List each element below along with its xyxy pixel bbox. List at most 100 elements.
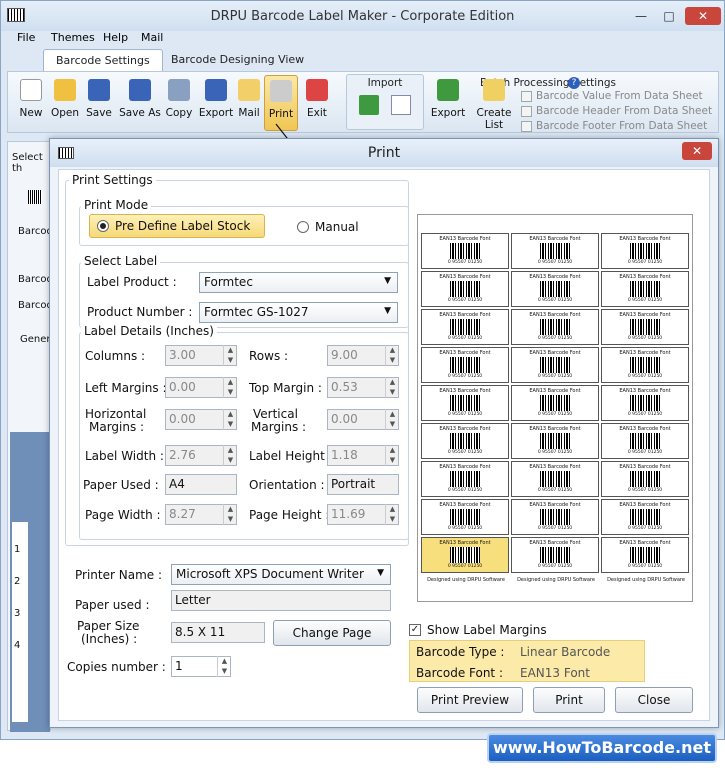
manual-radio[interactable] (297, 221, 309, 233)
show-margins-checkbox[interactable]: ✓ (409, 624, 421, 636)
page-width-spinner[interactable]: ▲ ▼ (223, 504, 237, 525)
cell-title: EAN13 Barcode Font (619, 388, 671, 394)
page-height-label: Page Height : (249, 508, 330, 522)
print-preview-button[interactable]: Print Preview (417, 687, 523, 713)
select-label-heading: Select Label (81, 254, 161, 268)
barcode-label-1: Barcod (18, 226, 53, 237)
v-margins-label-1: Vertical (253, 407, 298, 421)
barcode-header-checkbox[interactable] (521, 106, 532, 117)
label-cell: EAN13 Barcode Font 0 95507 01250 (421, 347, 509, 383)
label-product-select[interactable]: Formtec ▼ (199, 272, 398, 293)
create-list-button[interactable]: Create List (466, 75, 522, 131)
label-cell: EAN13 Barcode Font 0 95507 01250 (421, 461, 509, 497)
page-height-spinner[interactable]: ▲ ▼ (385, 504, 399, 525)
cell-title: EAN13 Barcode Font (439, 464, 491, 470)
menu-mail[interactable]: Mail (141, 31, 163, 44)
new-button[interactable]: New (12, 75, 50, 131)
dialog-close-icon[interactable]: ✕ (682, 142, 712, 160)
cell-number: 0 95507 01250 (537, 412, 573, 417)
barcode-footer-checkbox[interactable] (521, 121, 532, 132)
mail-button[interactable]: Mail (230, 75, 268, 131)
cell-number: 0 95507 01250 (447, 412, 483, 417)
barcode-bars (450, 509, 480, 525)
copies-spinner[interactable]: ▲ ▼ (217, 656, 231, 677)
show-margins-label: Show Label Margins (427, 623, 547, 637)
cell-number: 0 95507 01250 (627, 374, 663, 379)
ruler-mark-3: 3 (14, 608, 21, 619)
label-cell: EAN13 Barcode Font 0 95507 01250 (511, 537, 599, 573)
preview-footer: Designed using DRPU Software (607, 577, 685, 583)
cell-number: 0 95507 01250 (537, 260, 573, 265)
paper-size-input: 8.5 X 11 (171, 622, 265, 643)
top-margin-label: Top Margin : (249, 381, 322, 395)
cell-title: EAN13 Barcode Font (439, 236, 491, 242)
barcode-value-checkbox[interactable] (521, 91, 532, 102)
help-icon[interactable]: ? (568, 77, 580, 89)
label-cell: EAN13 Barcode Font 0 95507 01250 (511, 309, 599, 345)
import-file-icon[interactable] (391, 95, 411, 115)
barcode-font-label: Barcode Font : (416, 666, 503, 680)
open-button[interactable]: Open (46, 75, 84, 131)
v-margins-spinner[interactable]: ▲ ▼ (385, 409, 399, 430)
print-dialog: Print ✕ Print Settings Print Mode Pre De… (49, 138, 719, 728)
top-margin-spinner[interactable]: ▲ ▼ (385, 377, 399, 398)
barcode-bars (450, 433, 480, 449)
menu-help[interactable]: Help (103, 31, 128, 44)
change-page-button[interactable]: Change Page (273, 620, 391, 646)
menu-themes[interactable]: Themes (51, 31, 95, 44)
cell-number: 0 95507 01250 (627, 526, 663, 531)
left-margins-spinner[interactable]: ▲ ▼ (223, 377, 237, 398)
label-cell: EAN13 Barcode Font 0 95507 01250 (601, 385, 689, 421)
label-width-spinner[interactable]: ▲ ▼ (223, 445, 237, 466)
menu-file[interactable]: File (17, 31, 35, 44)
ribbon: New Open Save Save As Copy Export Mail P… (7, 71, 719, 133)
print-preview-page: EAN13 Barcode Font 0 95507 01250 EAN13 Bar… (417, 214, 693, 602)
copy-button[interactable]: Copy (160, 75, 198, 131)
save-as-button[interactable]: Save As (118, 75, 162, 131)
minimize-icon[interactable]: — (629, 7, 653, 25)
barcode-bars (630, 547, 660, 563)
label-width-label: Label Width : (85, 449, 164, 463)
barcode-bars (630, 433, 660, 449)
label-height-spinner[interactable]: ▲ ▼ (385, 445, 399, 466)
cell-number: 0 95507 01250 (627, 488, 663, 493)
cell-title: EAN13 Barcode Font (619, 274, 671, 280)
paper-size-label-2: (Inches) : (81, 632, 138, 646)
save-button[interactable]: Save (80, 75, 118, 131)
cell-number: 0 95507 01250 (537, 374, 573, 379)
label-cell: EAN13 Barcode Font 0 95507 01250 (421, 385, 509, 421)
rows-spinner[interactable]: ▲ ▼ (385, 345, 399, 366)
select-label: Select th (12, 152, 43, 174)
predefine-radio-option[interactable]: Pre Define Label Stock (89, 214, 265, 238)
barcode-bars (630, 471, 660, 487)
orientation-input: Portrait (327, 474, 399, 495)
cell-number: 0 95507 01250 (537, 450, 573, 455)
barcode-bars (540, 319, 570, 335)
print-button-dialog[interactable]: Print (533, 687, 605, 713)
h-margins-spinner[interactable]: ▲ ▼ (223, 409, 237, 430)
h-margins-label-2: Margins : (89, 420, 145, 434)
cell-number: 0 95507 01250 (447, 526, 483, 531)
barcode-bars (450, 319, 480, 335)
close-icon[interactable]: ✕ (685, 7, 721, 25)
close-button[interactable]: Close (615, 687, 693, 713)
columns-spinner[interactable]: ▲ ▼ (223, 345, 237, 366)
predefine-radio[interactable] (97, 220, 109, 232)
cell-number: 0 95507 01250 (447, 450, 483, 455)
barcode-bars (540, 395, 570, 411)
product-number-select[interactable]: Formtec GS-1027 ▼ (199, 302, 398, 323)
cell-number: 0 95507 01250 (537, 526, 573, 531)
batch-export-button[interactable]: Export (428, 75, 468, 131)
cell-title: EAN13 Barcode Font (529, 312, 581, 318)
cell-number: 0 95507 01250 (627, 298, 663, 303)
app-title: DRPU Barcode Label Maker - Corporate Edi… (210, 9, 515, 24)
cell-title: EAN13 Barcode Font (439, 350, 491, 356)
tab-barcode-settings[interactable]: Barcode Settings (43, 49, 163, 71)
tab-barcode-designing-view[interactable]: Barcode Designing View (159, 49, 316, 71)
save-as-icon (129, 79, 151, 101)
barcode-header-label: Barcode Header From Data Sheet (536, 105, 713, 117)
exit-icon (306, 79, 328, 101)
printer-name-select[interactable]: Microsoft XPS Document Writer ▼ (171, 564, 391, 585)
maximize-icon[interactable]: □ (657, 7, 681, 25)
import-excel-icon[interactable] (359, 95, 379, 115)
